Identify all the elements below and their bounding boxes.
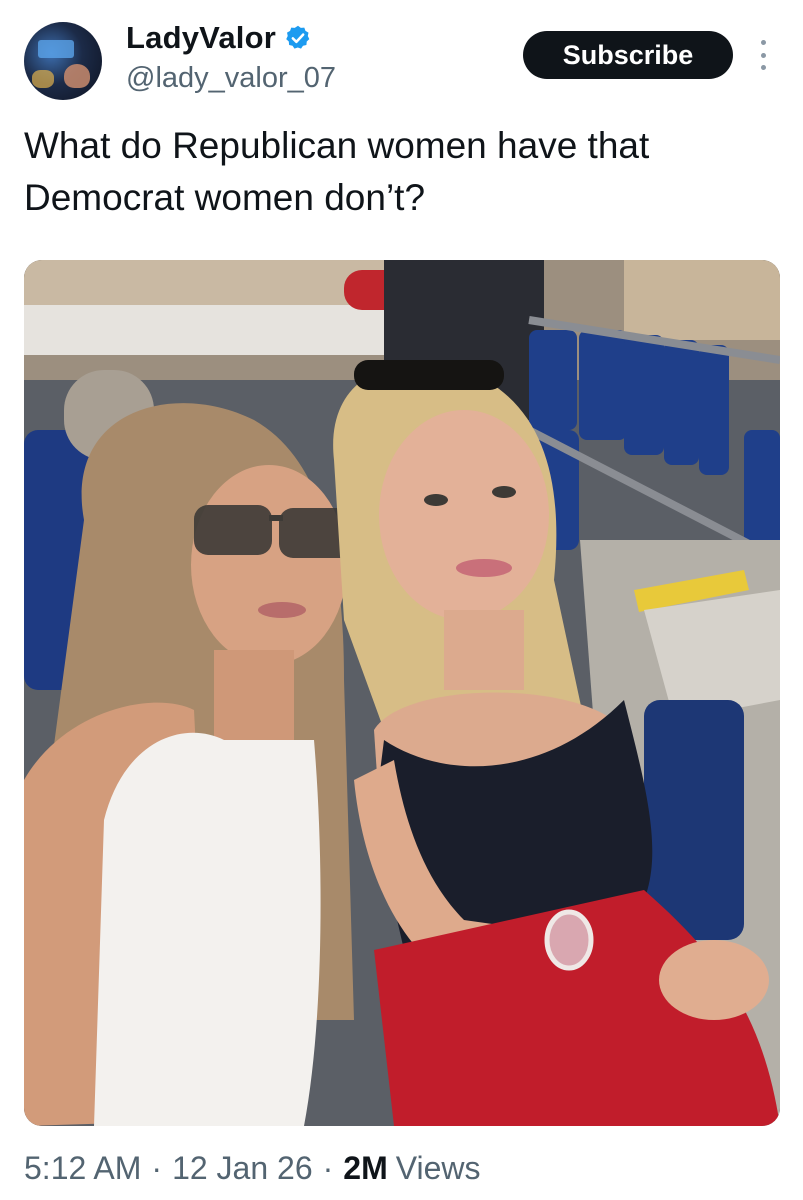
tweet-time[interactable]: 5:12 AM: [24, 1150, 141, 1187]
tweet-date[interactable]: 12 Jan 26: [172, 1150, 313, 1187]
more-dots-icon[interactable]: [756, 40, 770, 70]
meta-separator: ·: [322, 1150, 334, 1186]
verified-badge-icon[interactable]: [284, 24, 312, 52]
avatar-shape: [64, 64, 90, 88]
photo-illustration: [24, 260, 780, 1126]
avatar-shape: [32, 70, 54, 88]
avatar[interactable]: [24, 22, 102, 100]
tweet-text-line: What do Republican women have that: [24, 125, 650, 166]
tweet-text-line: Democrat women don’t?: [24, 177, 426, 218]
author-display-name[interactable]: LadyValor: [126, 20, 276, 56]
tweet-meta: 5:12 AM · 12 Jan 26 · 2M Views: [24, 1150, 481, 1187]
subscribe-button[interactable]: Subscribe: [523, 31, 733, 79]
dot: [760, 40, 766, 45]
views-count[interactable]: 2M: [343, 1150, 387, 1187]
author-handle[interactable]: @lady_valor_07: [126, 62, 336, 95]
tweet-photo[interactable]: [24, 260, 780, 1126]
avatar-shape: [38, 40, 74, 58]
dot: [760, 52, 766, 58]
dot: [760, 65, 766, 70]
tweet-text: What do Republican women have that Democ…: [24, 120, 784, 224]
author-name-row: LadyValor: [126, 20, 312, 56]
tweet: LadyValor @lady_valor_07 Subscribe What …: [0, 0, 803, 1200]
meta-separator: ·: [151, 1150, 163, 1186]
views-label: Views: [395, 1150, 481, 1186]
